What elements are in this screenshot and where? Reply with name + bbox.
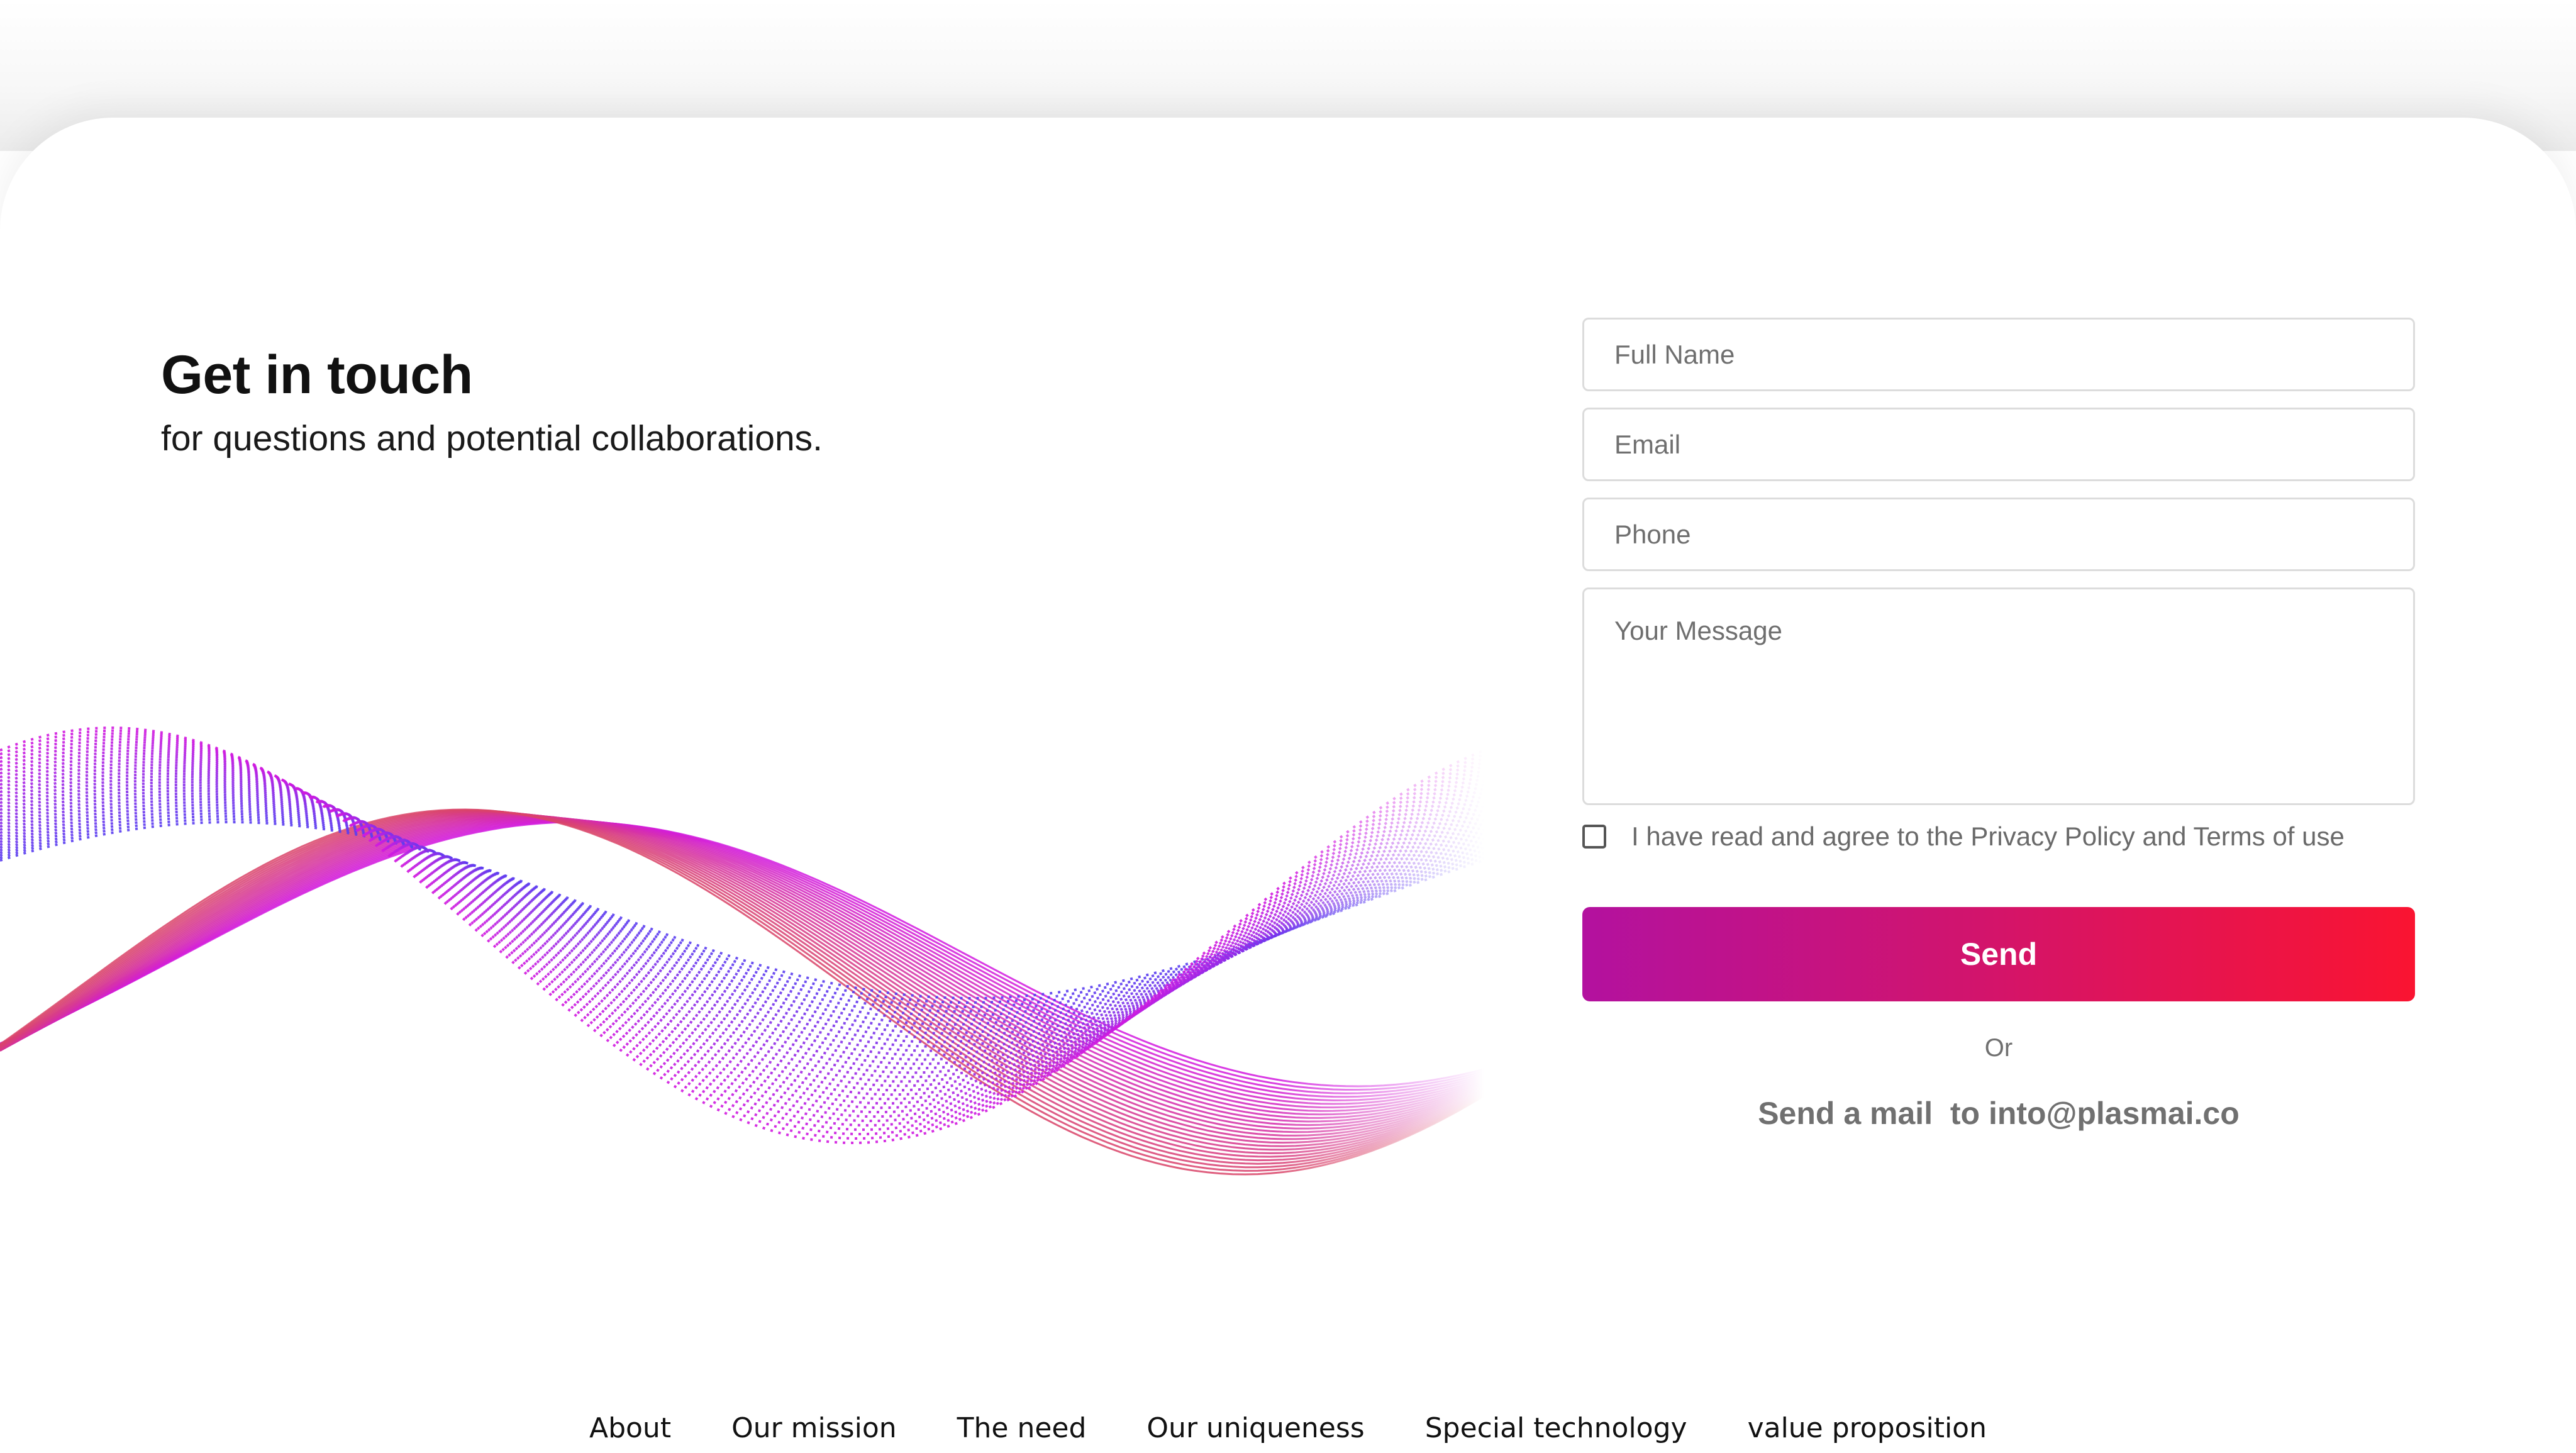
footer-link-our-mission[interactable]: Our mission <box>731 1412 897 1444</box>
contact-form: I have read and agree to the Privacy Pol… <box>1582 318 2415 1132</box>
contact-card: Get in touch for questions and potential… <box>0 118 2576 1453</box>
wave-svg <box>0 571 1484 1281</box>
phone-input[interactable] <box>1582 498 2415 571</box>
footer-link-special-technology[interactable]: Special technology <box>1425 1412 1687 1444</box>
full-name-input[interactable] <box>1582 318 2415 391</box>
footer-link-value-proposition[interactable]: value proposition <box>1748 1412 1987 1444</box>
email-contact-link[interactable]: Send a mail to into@plasmai.co <box>1582 1095 2415 1132</box>
particle-wave-illustration <box>0 571 1484 1281</box>
wave-fade <box>0 571 1484 1281</box>
email-input[interactable] <box>1582 408 2415 481</box>
footer-link-our-uniqueness[interactable]: Our uniqueness <box>1146 1412 1364 1444</box>
message-textarea[interactable] <box>1582 587 2415 805</box>
footer-link-the-need[interactable]: The need <box>957 1412 1087 1444</box>
consent-row: I have read and agree to the Privacy Pol… <box>1582 821 2415 852</box>
page-subtitle: for questions and potential collaboratio… <box>161 418 823 459</box>
page-title: Get in touch <box>161 345 473 405</box>
or-divider-label: Or <box>1984 1034 2013 1062</box>
consent-label: I have read and agree to the Privacy Pol… <box>1631 821 2345 851</box>
footer-nav: About Our mission The need Our uniquenes… <box>0 1412 2576 1444</box>
footer-link-about[interactable]: About <box>589 1412 671 1444</box>
consent-checkbox[interactable] <box>1582 825 1606 849</box>
send-button[interactable]: Send <box>1582 907 2415 1001</box>
